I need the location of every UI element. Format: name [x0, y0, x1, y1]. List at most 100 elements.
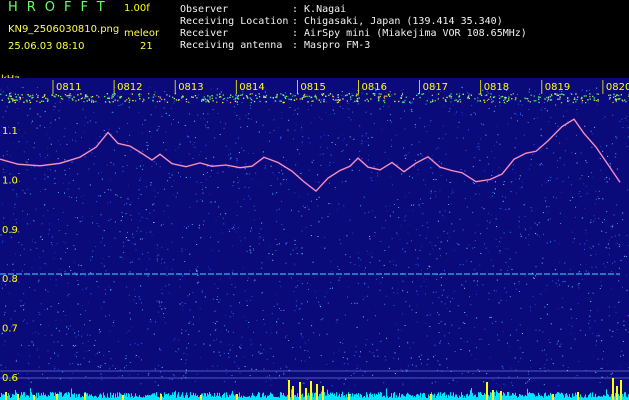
- carrier-dot: [143, 99, 145, 101]
- noise-dot: [466, 260, 468, 262]
- noise-floor-bar: [254, 396, 255, 400]
- noise-floor-bar: [7, 395, 8, 400]
- noise-dot: [487, 212, 489, 214]
- noise-floor-bar: [360, 393, 361, 400]
- noise-dot: [615, 311, 617, 313]
- noise-dot: [201, 291, 203, 293]
- noise-dot: [509, 296, 511, 298]
- noise-dot: [209, 194, 211, 196]
- noise-dot: [331, 142, 333, 143]
- carrier-dot: [112, 101, 114, 103]
- noise-dot: [517, 120, 518, 122]
- noise-dot: [552, 363, 554, 365]
- noise-floor-bar: [79, 393, 80, 400]
- noise-floor-bar: [605, 396, 606, 400]
- noise-floor-bar: [252, 392, 253, 400]
- noise-dot: [250, 252, 252, 254]
- carrier-dot: [32, 94, 34, 96]
- noise-dot: [16, 196, 18, 198]
- noise-dot: [100, 241, 102, 243]
- noise-floor-bar: [135, 393, 136, 400]
- noise-dot: [585, 263, 587, 265]
- noise-dot: [617, 301, 619, 303]
- noise-dot: [508, 266, 510, 268]
- noise-dot: [464, 323, 466, 324]
- noise-dot: [160, 349, 162, 351]
- noise-dot: [575, 206, 577, 208]
- noise-dot: [430, 197, 431, 199]
- noise-dot: [601, 319, 603, 321]
- noise-floor-bar: [175, 390, 176, 400]
- carrier-dot: [114, 99, 116, 101]
- carrier-dot: [366, 98, 368, 100]
- carrier-dot: [533, 100, 535, 102]
- carrier-dot: [182, 96, 184, 98]
- noise-dot: [515, 137, 517, 139]
- noise-dot: [620, 260, 622, 262]
- noise-dot: [236, 231, 238, 233]
- carrier-dot: [26, 101, 28, 103]
- noise-dot: [270, 379, 272, 381]
- noise-dot: [60, 143, 62, 145]
- carrier-dot: [450, 95, 453, 98]
- noise-dot: [36, 87, 38, 88]
- noise-dot: [246, 305, 248, 306]
- noise-dot: [608, 254, 610, 256]
- noise-dot: [131, 369, 133, 371]
- noise-dot: [534, 222, 536, 224]
- carrier-dot: [322, 93, 325, 95]
- carrier-dot: [166, 94, 168, 96]
- carrier-dot: [95, 100, 97, 103]
- carrier-dot: [576, 99, 578, 101]
- carrier-dot: [92, 100, 95, 102]
- noise-dot: [295, 305, 297, 307]
- noise-dot: [71, 197, 73, 199]
- noise-dot: [107, 189, 109, 191]
- noise-dot: [125, 365, 127, 366]
- noise-dot: [365, 111, 367, 113]
- noise-dot: [118, 105, 120, 106]
- noise-dot: [147, 328, 149, 330]
- noise-dot: [397, 199, 399, 200]
- noise-dot: [579, 243, 581, 245]
- noise-dot: [130, 149, 132, 151]
- noise-dot: [153, 222, 154, 223]
- noise-dot: [406, 369, 408, 371]
- noise-floor-bar: [470, 390, 471, 400]
- noise-dot: [30, 223, 31, 225]
- noise-floor-bar: [319, 394, 320, 400]
- noise-dot: [514, 113, 516, 114]
- noise-floor-bar: [74, 393, 75, 400]
- noise-dot: [216, 88, 218, 90]
- carrier-dot: [346, 100, 348, 102]
- carrier-dot: [485, 94, 487, 96]
- noise-dot: [605, 246, 607, 248]
- noise-floor-bar: [302, 393, 303, 400]
- noise-dot: [590, 219, 592, 221]
- noise-dot: [386, 210, 388, 212]
- carrier-dot: [9, 101, 11, 103]
- noise-dot: [55, 279, 57, 281]
- noise-dot: [563, 164, 565, 166]
- observer-label: Observer: [180, 4, 229, 15]
- noise-dot: [515, 192, 517, 194]
- noise-dot: [328, 203, 330, 205]
- noise-floor-bar: [512, 393, 513, 400]
- noise-dot: [234, 381, 236, 383]
- noise-floor-bar: [541, 395, 542, 400]
- noise-floor-bar: [90, 395, 91, 400]
- noise-dot: [274, 193, 276, 195]
- noise-dot: [173, 180, 175, 182]
- noise-floor-bar: [344, 395, 345, 400]
- noise-dot: [437, 312, 438, 314]
- noise-dot: [295, 358, 296, 360]
- noise-dot: [134, 343, 136, 344]
- noise-dot: [479, 338, 481, 340]
- carrier-dot: [37, 96, 39, 98]
- carrier-dot: [356, 93, 358, 95]
- noise-dot: [418, 141, 420, 143]
- noise-floor-bar: [124, 393, 125, 400]
- noise-dot: [48, 223, 50, 225]
- noise-dot: [540, 150, 542, 152]
- noise-dot: [549, 218, 551, 220]
